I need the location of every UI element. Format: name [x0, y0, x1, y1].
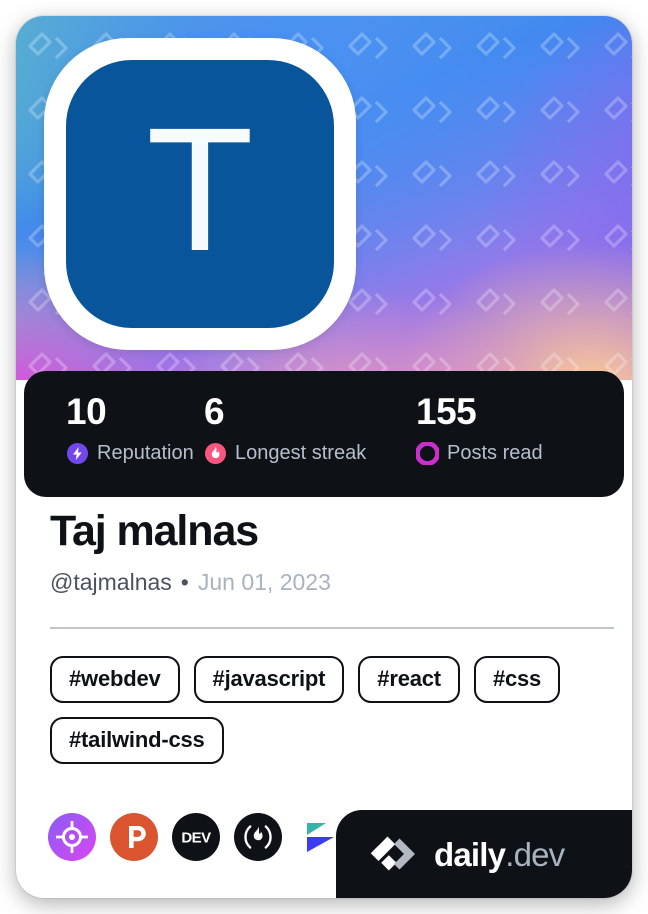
reputation-bolt-icon — [66, 442, 89, 464]
handle-row: @tajmalnas • Jun 01, 2023 — [16, 555, 632, 594]
devcard[interactable]: T 10 Reputation 6 Longest streak 155 Pos… — [16, 16, 632, 898]
devcard-root: T 10 Reputation 6 Longest streak 155 Pos… — [0, 0, 648, 914]
posts-read-ring-icon — [416, 441, 439, 465]
daily-dev-logo-icon — [370, 836, 415, 871]
brand-text: daily.dev — [434, 835, 565, 873]
stat-longest-streak: 6 Longest streak — [204, 371, 416, 497]
streak-flame-icon — [204, 442, 227, 464]
tag-chip[interactable]: #webdev — [50, 656, 180, 704]
profile-body: Taj malnas @tajmalnas • Jun 01, 2023 #we… — [16, 507, 632, 765]
user-handle: @tajmalnas — [50, 569, 172, 596]
stat-reputation: 10 Reputation — [24, 371, 204, 497]
brand-suffix: .dev — [505, 835, 565, 873]
footer: DEV daily.dev — [16, 790, 632, 898]
avatar-image: T — [66, 60, 334, 328]
tag-chip[interactable]: #javascript — [193, 656, 345, 704]
tag-chip[interactable]: #css — [473, 656, 561, 704]
page-title: Taj malnas — [50, 507, 259, 555]
hashnode-icon[interactable] — [234, 813, 282, 861]
cover-banner: T — [16, 16, 632, 380]
tag-chip[interactable]: #tailwind-css — [50, 717, 224, 765]
stat-value: 155 — [416, 391, 477, 432]
avatar-initial: T — [146, 92, 254, 288]
brand-name: daily — [434, 835, 506, 873]
devto-icon[interactable]: DEV — [172, 813, 220, 861]
stat-label: Reputation — [97, 442, 194, 465]
daily-dev-brand[interactable]: daily.dev — [336, 810, 632, 898]
joined-date: Jun 01, 2023 — [197, 569, 331, 596]
stat-label: Posts read — [447, 442, 543, 465]
stat-value: 6 — [204, 391, 225, 432]
codepen-icon[interactable] — [48, 813, 96, 861]
stat-value: 10 — [66, 391, 107, 432]
svg-text:DEV: DEV — [181, 830, 211, 847]
stat-label: Longest streak — [235, 442, 367, 465]
social-links: DEV — [48, 813, 344, 861]
tag-chip[interactable]: #react — [358, 656, 460, 704]
stats-bar: 10 Reputation 6 Longest streak 155 Posts… — [24, 371, 624, 497]
producthunt-icon[interactable] — [110, 813, 158, 861]
stat-posts-read: 155 Posts read — [416, 371, 624, 497]
tag-list: #webdev #javascript #react #css #tailwind-cs… — [16, 629, 632, 765]
avatar[interactable]: T — [44, 38, 356, 350]
separator-dot: • — [180, 569, 189, 596]
